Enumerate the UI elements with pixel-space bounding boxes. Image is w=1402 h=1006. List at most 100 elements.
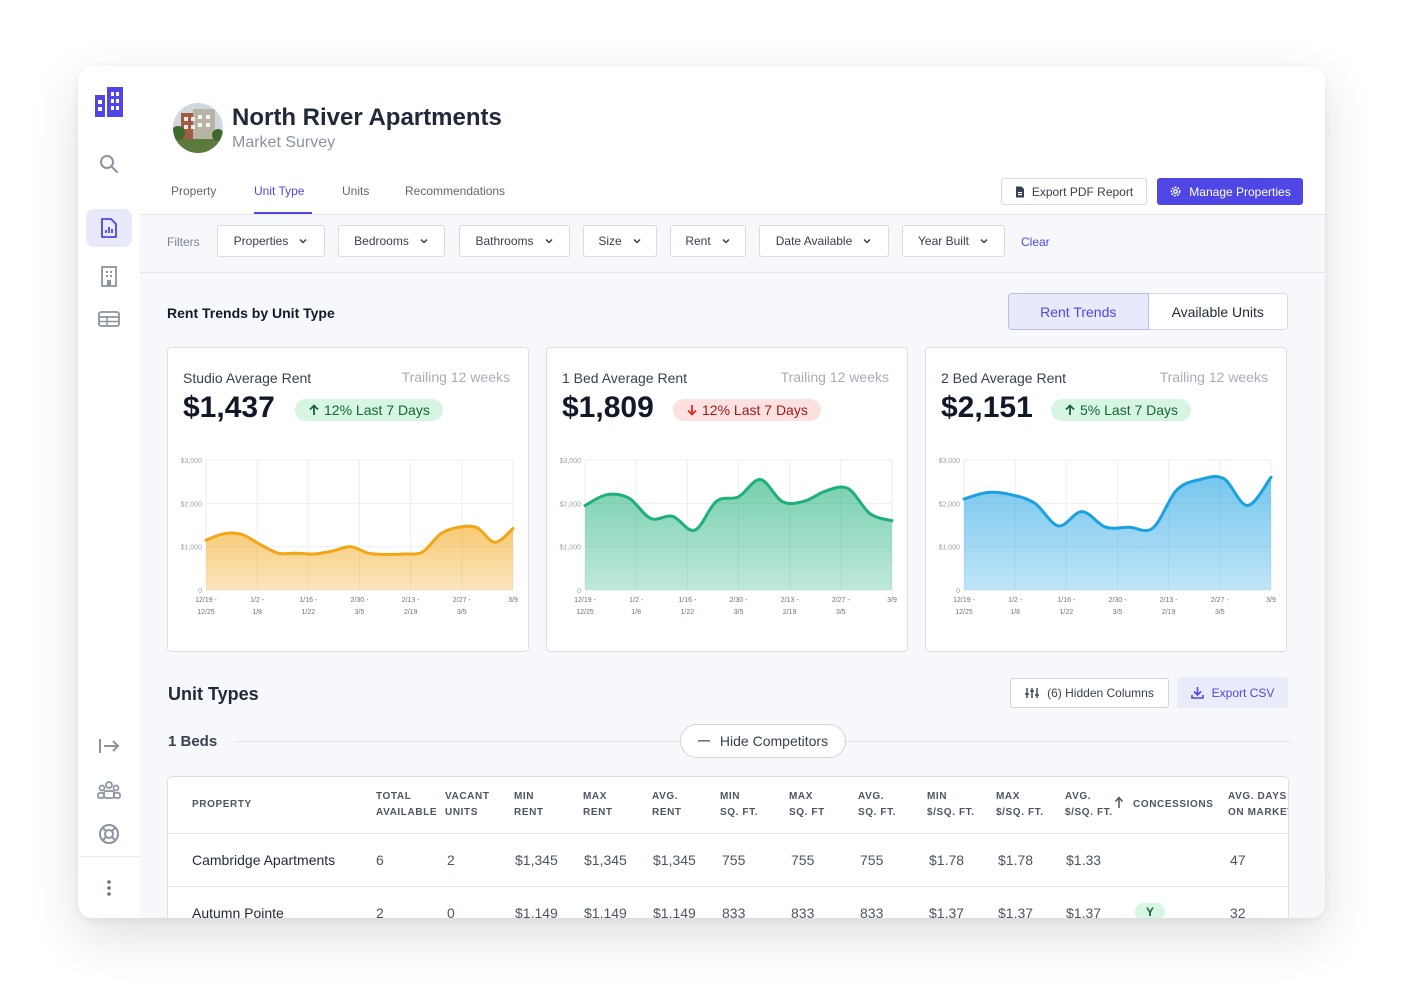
help-icon[interactable] — [94, 819, 124, 849]
logout-icon[interactable] — [94, 731, 124, 761]
table-cell: 0 — [447, 905, 455, 918]
column-header[interactable]: MIN SQ. FT. — [720, 789, 758, 821]
export-csv-button[interactable]: Export CSV — [1177, 677, 1288, 708]
header-line: MIN — [720, 791, 741, 802]
tab-units[interactable]: Units — [342, 184, 369, 198]
change-text: 12% Last 7 Days — [324, 402, 430, 418]
column-header[interactable]: AVG. RENT — [652, 789, 682, 821]
header-line: RENT — [652, 807, 682, 818]
column-settings-icon — [1025, 688, 1040, 698]
y-tick-label: 0 — [198, 588, 202, 595]
card-value: $1,437 — [183, 391, 275, 424]
x-tick-label: 2/27 -3/5 — [453, 597, 472, 616]
column-header[interactable]: MIN $/SQ. FT. — [927, 789, 975, 821]
building-logo-icon[interactable] — [93, 84, 125, 118]
hidden-columns-button[interactable]: (6) Hidden Columns — [1010, 678, 1169, 708]
table-cell: $1.78 — [998, 852, 1034, 868]
x-tick-label: 2/30 -3/5 — [730, 597, 749, 616]
column-header[interactable]: AVG. SQ. FT. — [858, 789, 896, 821]
card-value: $2,151 — [941, 391, 1033, 424]
x-tick-label: 1/2 -1/8 — [250, 597, 265, 616]
column-header[interactable]: MAX RENT — [583, 789, 613, 821]
available-units-toggle[interactable]: Available Units — [1148, 293, 1288, 330]
x-tick-label: 2/13 -2/19 — [402, 597, 421, 616]
y-tick-label: $3,000 — [939, 458, 961, 465]
table-cell: 755 — [791, 852, 815, 868]
header-line: MIN — [514, 791, 535, 802]
card-period: Trailing 12 weeks — [780, 369, 889, 385]
more-icon[interactable] — [94, 873, 124, 903]
1bed-rent-card: 1 Bed Average Rent Trailing 12 weeks $1,… — [546, 347, 908, 652]
card-title: 1 Bed Average Rent — [562, 370, 688, 386]
chevron-down-icon — [980, 238, 988, 244]
column-header[interactable]: AVG. $/SQ. FT. — [1065, 789, 1113, 821]
filter-bedrooms[interactable]: Bedrooms — [338, 225, 445, 257]
building-icon[interactable] — [94, 261, 124, 291]
table-cell: 32 — [1230, 905, 1246, 918]
x-tick-label: 12/19 -12/25 — [195, 597, 217, 616]
filter-rent[interactable]: Rent — [670, 225, 746, 257]
x-tick-label: 1/16 -1/22 — [299, 597, 318, 616]
2bed-rent-card: 2 Bed Average Rent Trailing 12 weeks $2,… — [925, 347, 1287, 652]
studio-rent-card: Studio Average Rent Trailing 12 weeks $1… — [167, 347, 529, 652]
header-line: PROPERTY — [192, 799, 252, 810]
x-tick-label: 12/19 -12/25 — [574, 597, 596, 616]
sort-ascending-icon[interactable] — [1114, 796, 1124, 814]
x-tick-label: 2/30 -3/5 — [351, 597, 370, 616]
column-header[interactable]: CONCESSIONS — [1133, 797, 1214, 813]
card-title: 2 Bed Average Rent — [941, 370, 1067, 386]
header-line: RENT — [583, 807, 613, 818]
main-panel: North River Apartments Market Survey Pro… — [140, 66, 1325, 918]
x-tick-label: 1/16 -1/22 — [678, 597, 697, 616]
manage-properties-button[interactable]: Manage Properties — [1157, 178, 1303, 205]
clear-filters-link[interactable]: Clear — [1021, 235, 1050, 249]
y-tick-label: $3,000 — [181, 458, 203, 465]
sidebar-divider — [78, 856, 140, 857]
export-pdf-label: Export PDF Report — [1031, 184, 1134, 199]
table-cell: $1,345 — [584, 852, 627, 868]
report-icon[interactable] — [86, 209, 132, 247]
2bed-rent-chart: $3,000 $2,000 $1,000 0 12/19 -12/25 1/2 -1/8 1… — [939, 458, 1276, 616]
chevron-down-icon — [544, 238, 553, 244]
x-tick-label: 2/30 -3/5 — [1109, 597, 1128, 616]
content-area: Rent Trends by Unit Type Rent Trends Ava… — [140, 273, 1325, 918]
column-header[interactable]: MAX $/SQ. FT. — [996, 789, 1044, 821]
y-tick-label: $3,000 — [560, 458, 582, 465]
column-header[interactable]: VACANT UNITS — [445, 789, 490, 821]
change-badge: 12% Last 7 Days — [673, 399, 821, 421]
filter-date-available[interactable]: Date Available — [759, 225, 889, 257]
column-header[interactable]: MAX SQ. FT — [789, 789, 825, 821]
export-pdf-button[interactable]: Export PDF Report — [1001, 178, 1147, 205]
table-cell: 2 — [376, 905, 384, 918]
column-header[interactable]: AVG. DAYS ON MARKET — [1228, 789, 1288, 821]
tab-unit-type[interactable]: Unit Type — [254, 184, 304, 198]
y-tick-label: 0 — [577, 588, 581, 595]
search-icon[interactable] — [94, 149, 124, 179]
tab-recommendations[interactable]: Recommendations — [405, 184, 505, 198]
chevron-down-icon — [299, 238, 307, 244]
column-header[interactable]: MIN RENT — [514, 789, 544, 821]
team-icon[interactable] — [94, 775, 124, 805]
header-line: AVG. DAYS — [1228, 791, 1287, 802]
hide-competitors-button[interactable]: Hide Competitors — [680, 724, 846, 758]
1bed-rent-chart: $3,000 $2,000 $1,000 0 12/19 -12/25 1/2 -1/8 1… — [560, 458, 897, 616]
rent-trends-toggle[interactable]: Rent Trends — [1008, 293, 1149, 330]
column-header[interactable]: TOTAL AVAILABLE — [376, 789, 437, 821]
filter-bathrooms[interactable]: Bathrooms — [459, 225, 570, 257]
pdf-file-icon — [1015, 186, 1024, 197]
column-header[interactable]: PROPERTY — [192, 797, 252, 813]
header-line: AVG. — [1065, 791, 1092, 802]
table-cell: $1.37 — [929, 905, 965, 918]
header-line: SQ. FT — [789, 807, 825, 818]
table-icon[interactable] — [94, 304, 124, 334]
filter-properties[interactable]: Properties — [217, 225, 325, 257]
tab-property[interactable]: Property — [171, 184, 216, 198]
header-line: MIN — [927, 791, 948, 802]
arrow-up-icon — [309, 404, 319, 415]
header-line: VACANT — [445, 791, 490, 802]
change-text: 12% Last 7 Days — [702, 402, 808, 418]
filter-year-built[interactable]: Year Built — [902, 225, 1005, 257]
x-tick-label: 2/13 -2/19 — [781, 597, 800, 616]
table-cell: Cambridge Apartments — [192, 852, 336, 868]
filter-size[interactable]: Size — [583, 225, 657, 257]
